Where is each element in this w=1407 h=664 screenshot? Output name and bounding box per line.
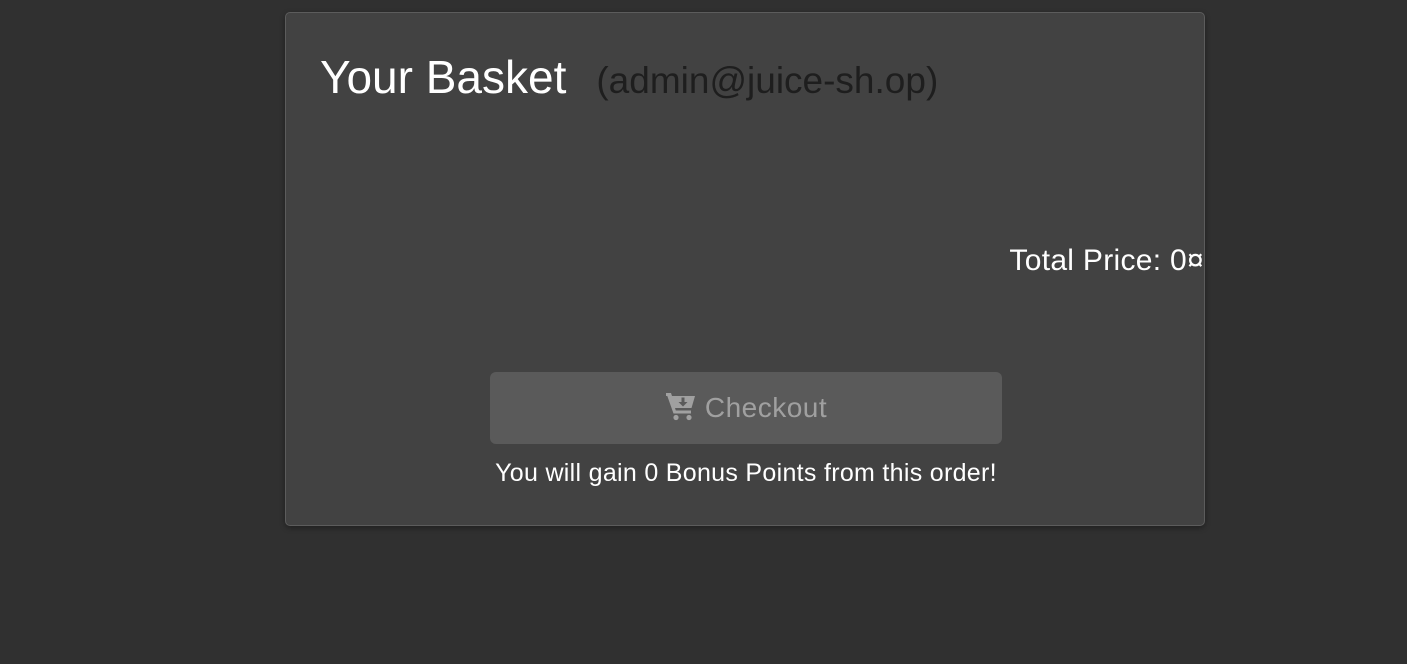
basket-heading: Your Basket (admin@juice-sh.op) [320, 51, 938, 107]
basket-card: Your Basket (admin@juice-sh.op) Total Pr… [285, 12, 1205, 526]
cart-arrow-down-icon [665, 391, 697, 421]
basket-title: Your Basket [320, 51, 567, 103]
checkout-label: Checkout [704, 392, 828, 423]
bonus-points-text: You will gain 0 Bonus Points from this o… [495, 459, 997, 487]
checkout-button[interactable]: Checkout [490, 372, 1002, 444]
total-price: Total Price: 0¤ [1009, 244, 1204, 277]
page: Your Basket (admin@juice-sh.op) Total Pr… [0, 0, 1407, 664]
user-email: (admin@juice-sh.op) [596, 60, 939, 101]
